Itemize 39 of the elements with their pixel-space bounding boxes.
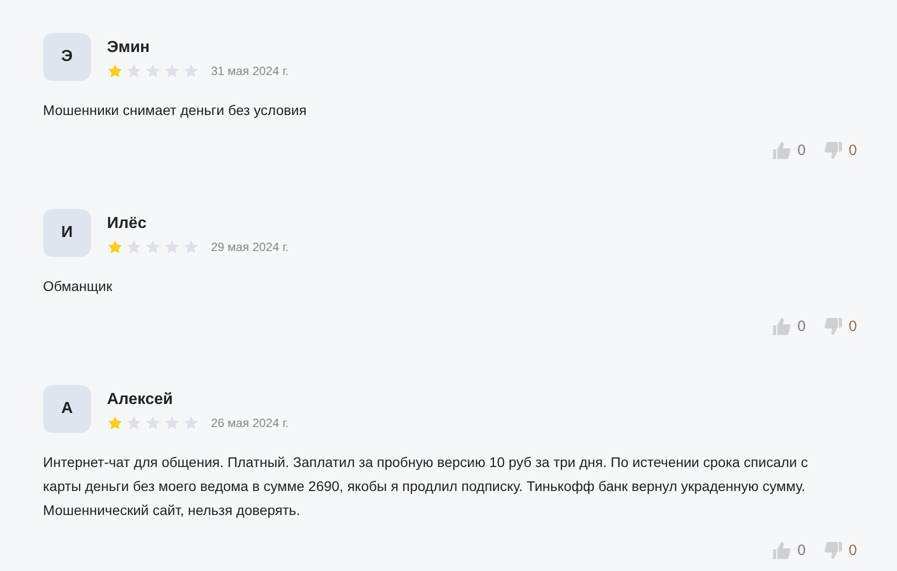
review-text: Мошенники снимает деньги без условия: [43, 101, 308, 120]
star-icon: [165, 64, 179, 78]
star-icon: [146, 416, 160, 430]
review-text: Интернет-чат для общения. Платный. Заплатил за пробную версию 10 руб за три дня. По истечении срока списали с карты деньги без моего ведома в сумме 2690, якобы я продлил подписку. Тинькофф банк вернул украденную сумму. Мошеннический сайт, нельзя доверять.: [43, 453, 808, 520]
like-button[interactable]: 0: [772, 540, 806, 560]
review-date: 29 мая 2024 г.: [211, 240, 289, 254]
thumbs-down-icon: [824, 140, 843, 160]
review-text: Обманщик: [43, 277, 114, 296]
avatar: Э: [43, 33, 91, 81]
star-icon: [184, 64, 198, 78]
dislike-button[interactable]: 0: [824, 316, 857, 336]
reviewer-name: Эмин: [107, 38, 151, 57]
like-button[interactable]: 0: [772, 316, 806, 336]
star-icon: [127, 64, 141, 78]
star-icon: [146, 240, 160, 254]
star-icon: [127, 416, 141, 430]
star-icon: [108, 64, 122, 78]
thumbs-up-icon: [772, 316, 792, 336]
thumbs-down-icon: [824, 540, 843, 560]
like-button[interactable]: 0: [772, 140, 806, 160]
star-icon: [108, 416, 122, 430]
star-icon: [127, 240, 141, 254]
star-icon: [184, 240, 198, 254]
reviewer-name: Алексей: [107, 390, 174, 409]
star-icon: [165, 416, 179, 430]
star-icon: [184, 416, 198, 430]
review-date: 31 мая 2024 г.: [211, 64, 289, 78]
thumbs-down-icon: [824, 316, 843, 336]
dislike-button[interactable]: 0: [824, 540, 857, 560]
star-icon: [146, 64, 160, 78]
dislike-button[interactable]: 0: [824, 140, 857, 160]
avatar: А: [43, 385, 91, 433]
reviewer-name: Илёс: [107, 214, 148, 233]
avatar: И: [43, 209, 91, 257]
star-icon: [165, 240, 179, 254]
thumbs-up-icon: [772, 140, 792, 160]
review-date: 26 мая 2024 г.: [211, 416, 289, 430]
star-icon: [108, 240, 122, 254]
thumbs-up-icon: [772, 540, 792, 560]
